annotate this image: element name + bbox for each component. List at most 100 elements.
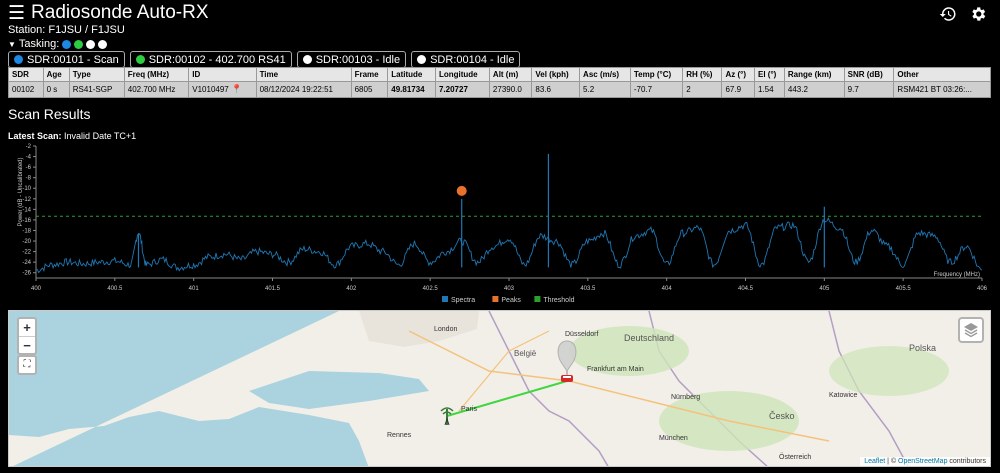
x-tick-label: 402.5 [423, 286, 439, 292]
map-city-label: Rennes [387, 432, 412, 439]
map-city-label: London [434, 326, 457, 333]
table-cell: 443.2 [783, 81, 845, 98]
table-cell: 7.20727 [434, 81, 490, 98]
table-cell: RS41-SGP [68, 81, 125, 98]
fullscreen-icon: ⛶ [23, 359, 31, 370]
sdr-label: SDR:00104 - Idle [430, 53, 515, 66]
fullscreen-button[interactable]: ⛶ [17, 355, 37, 375]
y-tick-label: -22 [22, 250, 31, 256]
map-attribution: Leaflet | © OpenStreetMap contributors [860, 457, 990, 466]
top-toolbar [938, 4, 988, 24]
status-dot [417, 55, 427, 64]
sdr-button[interactable]: SDR:00102 - 402.700 RS41 [129, 51, 292, 68]
column-header[interactable]: Longitude [434, 67, 490, 82]
x-tick-label: 400.5 [107, 286, 123, 292]
y-tick-label: -20 [22, 239, 31, 245]
history-icon[interactable] [938, 4, 958, 24]
table-cell: 2 [682, 81, 723, 98]
sdr-button[interactable]: SDR:00101 - Scan [8, 51, 125, 68]
column-header[interactable]: Vel (kph) [531, 67, 581, 82]
legend-label: Peaks [501, 297, 521, 304]
layers-button[interactable] [958, 317, 984, 343]
spectra-series-line [35, 216, 983, 274]
map-city-label: Österreich [779, 453, 811, 461]
sonde-id: V1010497 [192, 85, 229, 94]
column-header[interactable]: RH (%) [682, 67, 723, 82]
x-tick-label: 402 [346, 286, 357, 292]
column-header[interactable]: Other [893, 67, 991, 82]
x-tick-label: 400 [31, 286, 42, 292]
map-city-label: Düsseldorf [565, 331, 599, 338]
table-cell: 5.2 [579, 81, 631, 98]
table-cell: 67.9 [721, 81, 755, 98]
table-header-row: SDR Age Type Freq (MHz) ID Time Frame La… [8, 67, 991, 82]
column-header[interactable]: Time [255, 67, 352, 82]
column-header[interactable]: ID [188, 67, 257, 82]
y-tick-label: -2 [26, 144, 32, 150]
layers-icon [964, 323, 978, 338]
attribution-separator: | © [885, 458, 899, 465]
x-tick-label: 401.5 [265, 286, 281, 292]
zoom-control: + − [17, 317, 37, 355]
x-axis-label: Frequency (MHz) [934, 272, 980, 278]
column-header[interactable]: SNR (dB) [843, 67, 895, 82]
sdr-button[interactable]: SDR:00103 - Idle [296, 51, 407, 68]
table-cell: 9.7 [843, 81, 895, 98]
map-city-label: Frankfurt am Main [587, 366, 644, 373]
status-dot [14, 55, 23, 64]
column-header[interactable]: Alt (m) [488, 67, 533, 82]
peak-point [456, 185, 467, 196]
column-header[interactable]: Age [42, 67, 70, 82]
sonde-marker-icon[interactable] [561, 375, 573, 382]
status-dot [302, 55, 312, 64]
y-axis-label: Power (dB - Uncalibrated) [18, 157, 24, 226]
app-title: Radiosonde Auto-RX [31, 2, 209, 23]
tasking-dot [86, 39, 96, 49]
menu-icon[interactable]: ☰ [8, 4, 25, 23]
map-pin-icon[interactable]: 📍 [231, 84, 242, 94]
attribution-suffix: contributors [947, 458, 986, 465]
table-row[interactable]: 00102 0 s RS41-SGP 402.700 MHz V1010497 … [8, 81, 991, 98]
map-city-label: Česko [769, 411, 795, 421]
column-header[interactable]: Range (km) [783, 67, 845, 82]
column-header[interactable]: Frame [350, 67, 389, 82]
column-header[interactable]: Type [68, 67, 125, 82]
x-tick-label: 401 [189, 286, 200, 292]
column-header[interactable]: Az (°) [721, 67, 755, 82]
table-cell: RSM421 BT 03:26:... [893, 81, 991, 98]
settings-icon[interactable] [968, 4, 988, 24]
table-cell-id: V1010497 📍 [188, 81, 257, 98]
map-city-label: Deutschland [624, 333, 674, 343]
column-header[interactable]: Latitude [387, 67, 436, 82]
station-label: Station: F1JSU / F1JSU [8, 24, 125, 36]
map-city-label: Katowice [829, 392, 858, 399]
legend-label: Threshold [543, 297, 574, 304]
tasking-dot [74, 39, 84, 49]
column-header[interactable]: Freq (MHz) [123, 67, 190, 82]
sdr-button[interactable]: SDR:00104 - Idle [411, 51, 521, 68]
map-view[interactable]: London Düsseldorf Frankfurt am Main Pari… [8, 310, 991, 467]
x-tick-label: 403 [504, 286, 515, 292]
app-header: ☰ Radiosonde Auto-RX [8, 2, 209, 24]
map-tiles[interactable]: London Düsseldorf Frankfurt am Main Pari… [9, 311, 991, 467]
table-cell: -70.7 [629, 81, 684, 98]
table-cell: 83.6 [531, 81, 581, 98]
table-cell: 6805 [350, 81, 389, 98]
x-tick-label: 404.5 [738, 286, 754, 292]
map-city-label: Polska [909, 343, 936, 353]
osm-link[interactable]: OpenStreetMap [898, 458, 947, 465]
legend-swatch [442, 296, 448, 302]
tasking-dot [62, 39, 72, 49]
x-tick-label: 406 [977, 286, 988, 292]
zoom-out-button[interactable]: − [19, 336, 35, 353]
tasking-toggle[interactable]: ▼ Tasking: [8, 38, 108, 50]
leaflet-link[interactable]: Leaflet [864, 458, 885, 465]
x-tick-label: 403.5 [580, 286, 596, 292]
table-cell: 0 s [42, 81, 70, 98]
zoom-in-button[interactable]: + [19, 319, 35, 336]
column-header[interactable]: Asc (m/s) [579, 67, 631, 82]
column-header[interactable]: Temp (°C) [629, 67, 684, 82]
x-tick-label: 405.5 [896, 286, 912, 292]
column-header[interactable]: El (°) [754, 67, 785, 82]
column-header[interactable]: SDR [8, 67, 44, 82]
